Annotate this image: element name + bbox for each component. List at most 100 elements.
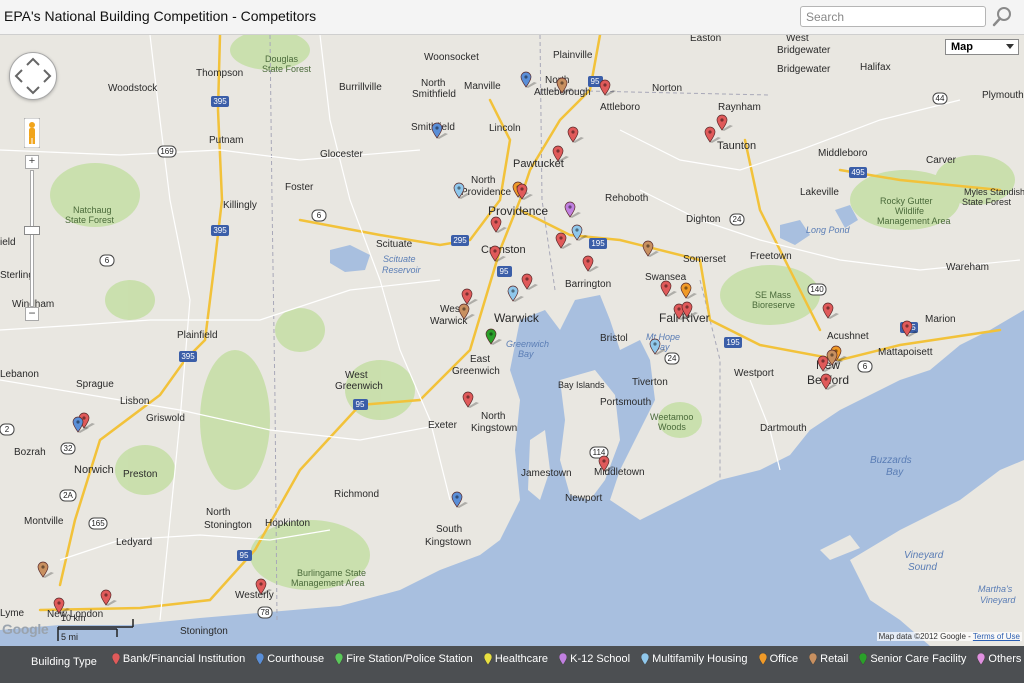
- svg-text:State Forest: State Forest: [262, 64, 312, 74]
- scale-bar: 10 km 5 mi: [55, 613, 135, 643]
- legend-item-office[interactable]: Office: [758, 653, 798, 665]
- svg-text:Montville: Montville: [24, 516, 64, 527]
- map-canvas[interactable]: Woonsocket Plainville North Attleborough…: [0, 35, 1024, 646]
- svg-text:Mattapoisett: Mattapoisett: [878, 347, 933, 358]
- legend-item-courthouse[interactable]: Courthouse: [256, 653, 324, 665]
- svg-text:Attleboro: Attleboro: [600, 102, 640, 113]
- svg-text:Kingstown: Kingstown: [425, 537, 471, 548]
- svg-text:Warwick: Warwick: [494, 311, 540, 325]
- retail-pin-icon: [809, 653, 818, 665]
- svg-text:Myles Standish: Myles Standish: [964, 187, 1024, 197]
- svg-text:Management Area: Management Area: [291, 578, 365, 588]
- search-icon[interactable]: [990, 5, 1014, 29]
- svg-text:Plainville: Plainville: [553, 50, 593, 61]
- svg-text:24: 24: [733, 215, 742, 224]
- legend-item-fire-police[interactable]: Fire Station/Police Station: [335, 653, 473, 665]
- svg-text:Thompson: Thompson: [196, 68, 243, 79]
- svg-text:Kingstown: Kingstown: [471, 423, 517, 434]
- zoom-in-button[interactable]: +: [25, 155, 39, 169]
- svg-text:Dartmouth: Dartmouth: [760, 423, 807, 434]
- legend-item-senior-care[interactable]: Senior Care Facility: [859, 653, 966, 665]
- svg-text:Bozrah: Bozrah: [14, 447, 46, 458]
- svg-text:Portsmouth: Portsmouth: [600, 397, 651, 408]
- svg-text:Woods: Woods: [658, 422, 686, 432]
- svg-text:Bristol: Bristol: [600, 333, 628, 344]
- map-tiles: Woonsocket Plainville North Attleborough…: [0, 35, 1024, 646]
- search-input[interactable]: [800, 6, 986, 27]
- scale-mi-label: 5 mi: [61, 632, 79, 642]
- svg-text:Scituate: Scituate: [376, 239, 413, 250]
- legend-item-retail[interactable]: Retail: [809, 653, 848, 665]
- svg-text:395: 395: [181, 352, 195, 361]
- zoom-slider-track[interactable]: [30, 170, 34, 307]
- legend-row: Building Type Bank/Financial Institution…: [31, 653, 1024, 668]
- svg-text:Bay: Bay: [518, 349, 534, 359]
- legend-item-k12-school[interactable]: K-12 School: [559, 653, 630, 665]
- svg-text:Cranston: Cranston: [481, 244, 526, 256]
- legend-label: Multifamily Housing: [652, 653, 748, 665]
- svg-text:Woodstock: Woodstock: [108, 83, 158, 94]
- svg-text:140: 140: [810, 285, 824, 294]
- healthcare-pin-icon: [483, 653, 492, 665]
- legend-item-healthcare[interactable]: Healthcare: [483, 653, 548, 665]
- svg-text:Putnam: Putnam: [209, 135, 243, 146]
- svg-text:West: West: [345, 370, 368, 381]
- fire-police-pin-icon: [335, 653, 344, 665]
- zoom-slider-handle[interactable]: [24, 226, 40, 235]
- svg-text:Norton: Norton: [652, 83, 682, 94]
- svg-text:Hopkinton: Hopkinton: [265, 518, 310, 529]
- svg-text:Martha's: Martha's: [978, 584, 1013, 594]
- svg-text:Barrington: Barrington: [565, 279, 611, 290]
- chevron-down-icon: [1006, 44, 1014, 49]
- svg-text:Sprague: Sprague: [76, 379, 114, 390]
- legend-item-multifamily[interactable]: Multifamily Housing: [641, 653, 748, 665]
- svg-text:44: 44: [936, 94, 945, 103]
- svg-text:Lisbon: Lisbon: [120, 396, 149, 407]
- svg-text:Bay: Bay: [886, 467, 904, 478]
- svg-text:Douglas: Douglas: [265, 54, 299, 64]
- bank-pin-icon: [111, 653, 120, 665]
- legend-label: Fire Station/Police Station: [346, 653, 473, 665]
- zoom-out-button[interactable]: −: [25, 307, 39, 321]
- svg-text:95: 95: [500, 267, 509, 276]
- svg-text:495: 495: [851, 168, 865, 177]
- svg-text:Norwich: Norwich: [74, 464, 114, 476]
- others-pin-icon: [977, 653, 986, 665]
- svg-text:295: 295: [453, 236, 467, 245]
- terms-of-use-link[interactable]: Terms of Use: [973, 632, 1020, 641]
- svg-text:78: 78: [261, 608, 270, 617]
- svg-text:6: 6: [317, 211, 322, 220]
- svg-text:Freetown: Freetown: [750, 251, 792, 262]
- map-data-credit: Map data ©2012 Google -: [878, 632, 971, 641]
- legend-item-bank[interactable]: Bank/Financial Institution: [111, 653, 245, 665]
- map-type-dropdown[interactable]: Map: [945, 39, 1019, 55]
- svg-text:Greenwich: Greenwich: [452, 366, 500, 377]
- header-bar: EPA's National Building Competition - Co…: [0, 0, 1024, 35]
- pan-control[interactable]: [9, 52, 57, 100]
- office-pin-icon: [758, 653, 767, 665]
- svg-text:Providence: Providence: [488, 204, 548, 218]
- k12-school-pin-icon: [559, 653, 568, 665]
- map-type-label: Map: [951, 41, 973, 53]
- svg-text:Middleboro: Middleboro: [818, 148, 868, 159]
- svg-text:Lebanon: Lebanon: [0, 369, 39, 380]
- svg-text:Stonington: Stonington: [180, 626, 228, 637]
- svg-text:Jamestown: Jamestown: [521, 468, 572, 479]
- svg-text:Burlingame State: Burlingame State: [297, 568, 366, 578]
- senior-care-pin-icon: [859, 653, 868, 665]
- svg-text:Killingly: Killingly: [223, 200, 257, 211]
- svg-text:SE Mass: SE Mass: [755, 290, 792, 300]
- svg-text:95: 95: [356, 400, 365, 409]
- pegman-icon[interactable]: [24, 118, 40, 148]
- svg-text:Richmond: Richmond: [334, 489, 379, 500]
- svg-text:Vineyard: Vineyard: [980, 595, 1016, 605]
- svg-text:165: 165: [91, 519, 105, 528]
- svg-text:95: 95: [591, 77, 600, 86]
- svg-text:395: 395: [213, 97, 227, 106]
- svg-text:Bridgewater: Bridgewater: [777, 45, 831, 56]
- legend-item-others[interactable]: Others: [977, 653, 1021, 665]
- svg-text:State Forest: State Forest: [65, 215, 115, 225]
- svg-text:Taunton: Taunton: [717, 140, 756, 152]
- svg-text:Preston: Preston: [123, 469, 157, 480]
- legend-label: Others: [988, 653, 1022, 665]
